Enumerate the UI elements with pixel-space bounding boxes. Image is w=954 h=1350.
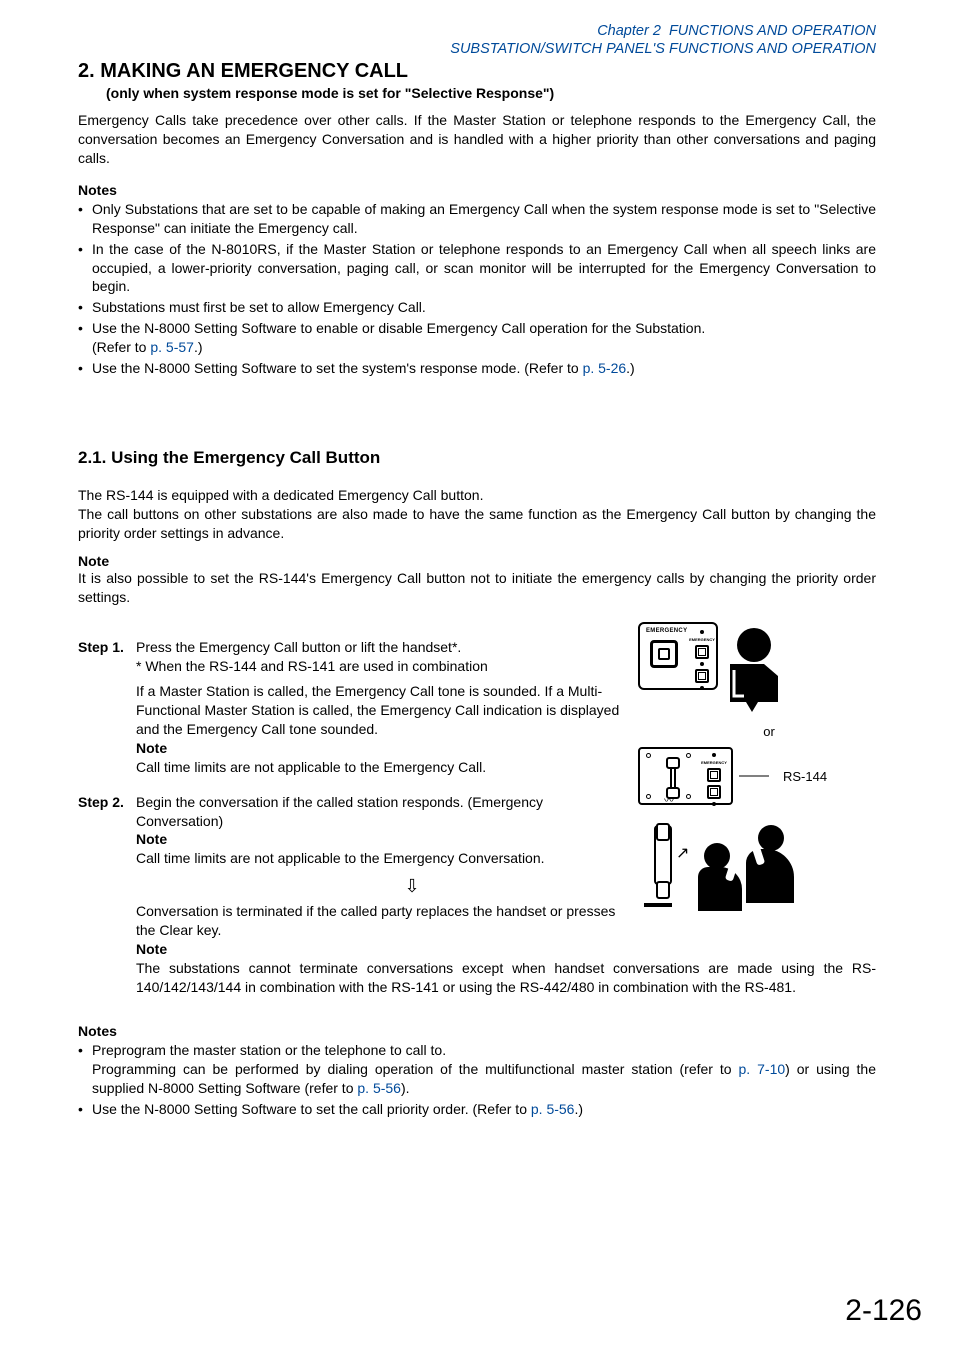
step-text: Begin the conversation if the called sta… (136, 793, 626, 831)
emergency-panel-icon: EMERGENCY EMERGENCY (638, 622, 718, 690)
note-text: Programming can be performed by dialing … (92, 1061, 739, 1077)
call-button-icon (707, 768, 721, 782)
step-label: Step 2. (78, 793, 136, 869)
section-title: 2. MAKING AN EMERGENCY CALL (78, 60, 876, 83)
intro-paragraph: Emergency Calls take precedence over oth… (78, 111, 876, 168)
hand-press-icon (724, 662, 784, 714)
emergency-label: EMERGENCY (646, 628, 687, 634)
note-body: Call time limits are not applicable to t… (136, 758, 626, 777)
text: The RS-144 is equipped with a dedicated … (78, 487, 483, 503)
note-item: In the case of the N-8010RS, if the Mast… (78, 240, 876, 297)
note-text: Only Substations that are set to be capa… (92, 201, 876, 236)
note-text: .) (626, 360, 635, 376)
chapter-subline: SUBSTATION/SWITCH PANEL'S FUNCTIONS AND … (78, 40, 876, 58)
emergency-button-icon (650, 640, 678, 668)
note-body: Call time limits are not applicable to t… (136, 849, 626, 868)
chapter-italic: Chapter 2 (597, 23, 661, 39)
text: The call buttons on other substations ar… (78, 506, 876, 541)
step-text: If a Master Station is called, the Emerg… (136, 682, 626, 739)
press-indicator-icon (737, 628, 771, 662)
notes-heading: Notes (78, 182, 876, 198)
figure-rs144: EMERGENCY EMERGENCY (638, 622, 876, 959)
note-item: Use the N-8000 Setting Software to enabl… (78, 319, 876, 357)
rs144-label: RS-144 (783, 769, 827, 784)
subsection-heading: 2.1. Using the Emergency Call Button (78, 448, 876, 468)
note-text: .) (194, 339, 203, 355)
page-number: 2-126 (845, 1294, 922, 1328)
notes-list-2: Preprogram the master station or the tel… (78, 1041, 876, 1119)
call-button-icon (695, 645, 709, 659)
note-text: Substations must first be set to allow E… (92, 299, 426, 315)
note-item: Preprogram the master station or the tel… (78, 1041, 876, 1098)
handset-panel-icon: 〰 EMERGENCY (638, 747, 733, 805)
note-heading: Note (78, 553, 876, 569)
page-link[interactable]: p. 5-57 (150, 339, 194, 355)
step-text: * When the RS-144 and RS-141 are used in… (136, 657, 626, 676)
step-label: Step 1. (78, 638, 136, 776)
note-item: Only Substations that are set to be capa… (78, 200, 876, 238)
note-text: Use the N-8000 Setting Software to enabl… (92, 320, 705, 336)
emergency-small-label: EMERGENCY (689, 637, 715, 642)
note-item: Use the N-8000 Setting Software to set t… (78, 359, 876, 378)
note-body-wide: The substations cannot terminate convers… (136, 959, 876, 997)
notes-list-1: Only Substations that are set to be capa… (78, 200, 876, 378)
pointer-line-icon (739, 766, 769, 786)
led-icon (700, 630, 704, 634)
note-text: ). (401, 1080, 410, 1096)
conversation-icon (698, 825, 808, 915)
sub21-para: The RS-144 is equipped with a dedicated … (78, 486, 876, 543)
led-icon (700, 686, 704, 690)
page-link[interactable]: p. 5-56 (357, 1080, 401, 1096)
led-icon (700, 662, 704, 666)
section-subtitle: (only when system response mode is set f… (106, 85, 876, 101)
call-button-icon (695, 669, 709, 683)
page-link[interactable]: p. 7-10 (739, 1061, 786, 1077)
call-button-icon (707, 785, 721, 799)
step-1: Step 1. Press the Emergency Call button … (78, 638, 626, 776)
step-text: Conversation is terminated if the called… (136, 902, 626, 940)
note-text: In the case of the N-8010RS, if the Mast… (92, 241, 876, 295)
step-2: Step 2. Begin the conversation if the ca… (78, 793, 626, 960)
cable-icon: 〰 (664, 792, 674, 807)
lift-arrow-icon: ↗ (676, 843, 689, 863)
step-text: Press the Emergency Call button or lift … (136, 638, 626, 657)
down-arrow-icon: ⇩ (198, 874, 626, 898)
notes-heading: Notes (78, 1023, 876, 1039)
chapter-title: FUNCTIONS AND OPERATION (669, 23, 876, 39)
note-text: Use the N-8000 Setting Software to set t… (92, 360, 583, 376)
note-text: Use the N-8000 Setting Software to set t… (92, 1101, 531, 1117)
note-item: Use the N-8000 Setting Software to set t… (78, 1100, 876, 1119)
note-text: Preprogram the master station or the tel… (92, 1042, 446, 1058)
note-item: Substations must first be set to allow E… (78, 298, 876, 317)
page-link[interactable]: p. 5-56 (531, 1101, 575, 1117)
note-text: (Refer to (92, 339, 150, 355)
emergency-small-label: EMERGENCY (701, 760, 727, 765)
note-heading: Note (136, 940, 626, 959)
handset-lift-icon: ↗ (642, 825, 684, 897)
note-heading: Note (136, 830, 626, 849)
note-text: .) (574, 1101, 583, 1117)
note-heading: Note (136, 739, 626, 758)
note-body: It is also possible to set the RS-144's … (78, 569, 876, 607)
or-label: or (662, 724, 876, 739)
page-link[interactable]: p. 5-26 (583, 360, 627, 376)
chapter-header: Chapter 2 FUNCTIONS AND OPERATION (78, 22, 876, 40)
